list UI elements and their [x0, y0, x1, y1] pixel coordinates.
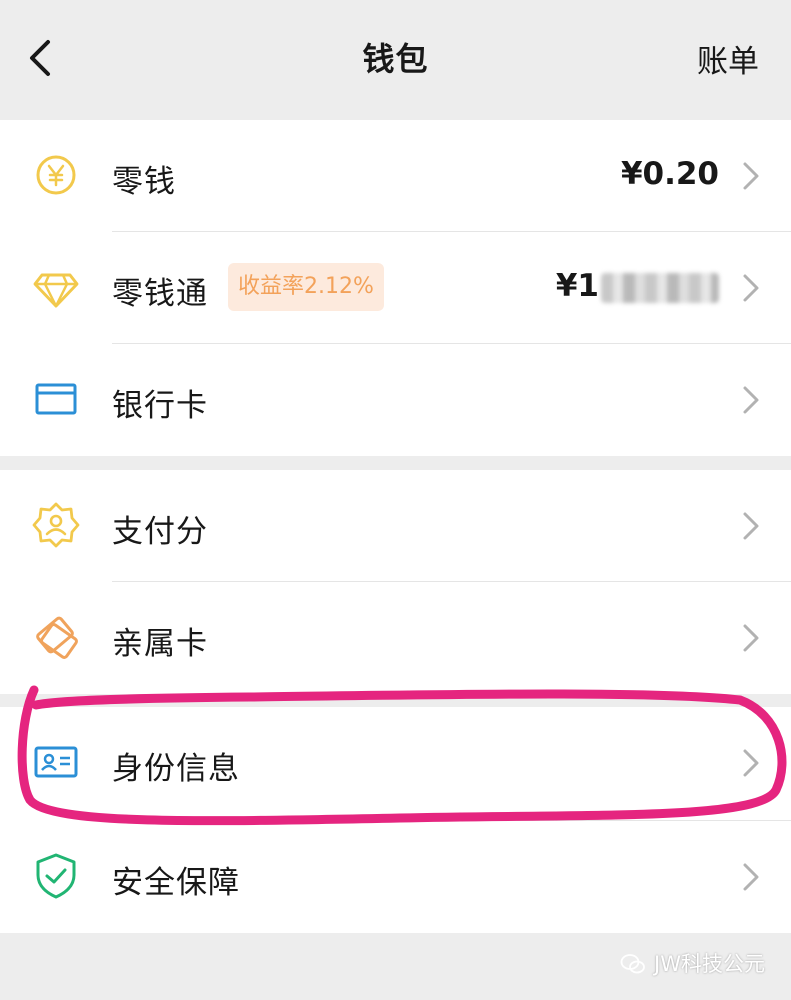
- bank-card-icon: [35, 383, 77, 415]
- wallet-section-1: 零钱 ¥0.20 零钱通 收益率2.12% ¥1 银行卡: [0, 120, 791, 456]
- chevron-right-icon: [743, 274, 759, 302]
- chevron-right-icon: [743, 386, 759, 414]
- list-item-label: 身份信息: [112, 751, 240, 787]
- payment-score-icon: [32, 502, 80, 548]
- list-item-paymentscore[interactable]: 支付分: [0, 470, 791, 582]
- wechat-icon: [620, 954, 645, 974]
- list-item-familycard[interactable]: 亲属卡: [0, 582, 791, 694]
- list-item-identity[interactable]: 身份信息: [0, 707, 791, 821]
- list-item-label: 亲属卡: [112, 626, 208, 662]
- list-item-label: 银行卡: [112, 388, 208, 424]
- chevron-right-icon: [743, 512, 759, 540]
- list-item-label: 零钱通: [112, 276, 208, 312]
- balance-prefix: ¥1: [555, 268, 599, 304]
- wallet-section-2: 支付分 亲属卡: [0, 470, 791, 694]
- list-item-change[interactable]: 零钱 ¥0.20: [0, 120, 791, 232]
- chevron-right-icon: [743, 749, 759, 777]
- blurred-amount: [601, 272, 719, 303]
- chevron-right-icon: [743, 162, 759, 190]
- list-item-label: 支付分: [112, 514, 208, 550]
- nav-bar: 钱包 账单: [0, 0, 791, 120]
- family-card-icon: [36, 616, 78, 659]
- list-item-licaitong[interactable]: 零钱通 收益率2.12% ¥1: [0, 232, 791, 344]
- list-item-security[interactable]: 安全保障: [0, 821, 791, 933]
- bill-button[interactable]: 账单: [697, 36, 759, 81]
- list-item-bankcard[interactable]: 银行卡: [0, 344, 791, 456]
- list-item-label: 零钱: [112, 164, 176, 200]
- watermark: JW科技公元: [620, 948, 765, 978]
- shield-check-icon: [36, 853, 76, 899]
- list-item-label: 安全保障: [112, 865, 240, 901]
- chevron-right-icon: [743, 863, 759, 891]
- yuan-circle-icon: [36, 155, 76, 195]
- change-balance: ¥0.20: [620, 156, 719, 192]
- diamond-icon: [33, 273, 79, 308]
- licaitong-balance: ¥1: [556, 268, 719, 304]
- page-title: 钱包: [362, 40, 429, 78]
- wallet-section-3: 身份信息 安全保障: [0, 707, 791, 933]
- watermark-text: JW科技公元: [654, 952, 765, 976]
- chevron-right-icon: [743, 624, 759, 652]
- id-card-icon: [34, 746, 78, 778]
- yield-badge: 收益率2.12%: [228, 263, 384, 311]
